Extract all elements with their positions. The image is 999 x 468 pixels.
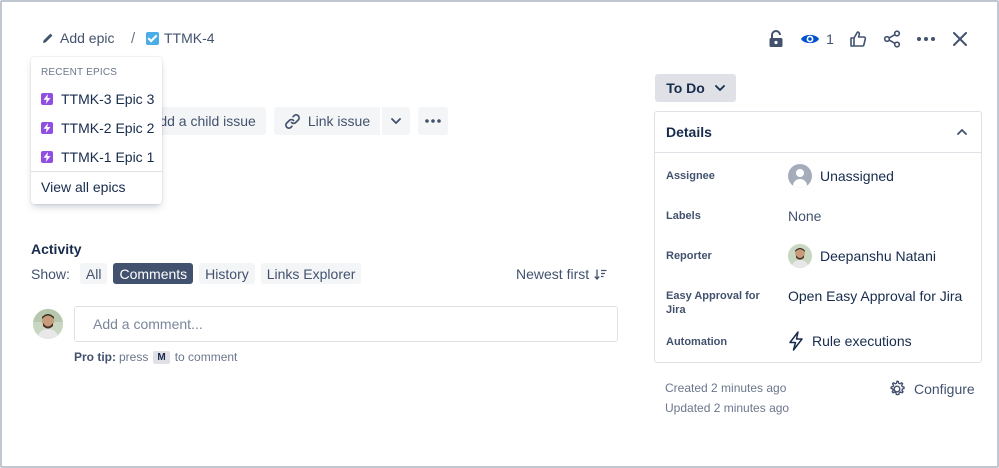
epic-option-label: TTMK-3 Epic 3 — [61, 91, 155, 107]
add-child-issue-label: Add a child issue — [150, 113, 256, 129]
add-epic-label: Add epic — [60, 30, 115, 46]
lock-icon — [769, 30, 783, 47]
automation-label: Automation — [666, 336, 728, 348]
pro-tip: Pro tip: press M to comment — [74, 350, 237, 364]
protip-press: press — [119, 350, 149, 364]
created-timestamp: Created 2 minutes ago — [665, 381, 787, 395]
show-label: Show: — [31, 265, 70, 282]
dropdown-divider — [31, 171, 162, 172]
reporter-label: Reporter — [666, 250, 712, 262]
top-actions: 1 — [759, 26, 977, 52]
thumbs-up-icon — [850, 31, 867, 47]
assignee-value[interactable]: Unassigned — [788, 164, 894, 188]
pencil-icon — [43, 33, 53, 43]
epic-option-label: TTMK-2 Epic 2 — [61, 120, 155, 136]
restrictions-button[interactable] — [759, 26, 793, 52]
task-checkbox-icon — [146, 31, 159, 45]
link-issue-label: Link issue — [307, 113, 371, 129]
assignee-label: Assignee — [666, 170, 715, 182]
current-user-avatar — [33, 309, 63, 339]
chevron-down-icon — [391, 118, 402, 124]
epic-option-label: TTMK-1 Epic 1 — [61, 149, 155, 165]
details-panel: Details Assignee Unassigned Labels None … — [654, 111, 982, 363]
automation-value[interactable]: Rule executions — [788, 331, 912, 351]
configure-button[interactable]: Configure — [888, 380, 975, 398]
close-icon — [953, 32, 967, 46]
sort-order-label: Newest first — [516, 266, 590, 282]
link-issue-dropdown-button[interactable] — [382, 107, 411, 135]
reporter-value[interactable]: Deepanshu Natani — [788, 244, 936, 268]
filter-links-explorer[interactable]: Links Explorer — [260, 263, 362, 284]
epic-option[interactable]: TTMK-2 Epic 2 — [41, 120, 154, 136]
updated-timestamp: Updated 2 minutes ago — [665, 401, 790, 415]
assignee-name: Unassigned — [820, 168, 894, 184]
protip-rest: to comment — [174, 350, 238, 364]
recent-epics-heading: RECENT EPICS — [41, 67, 118, 78]
view-all-epics-link[interactable]: View all epics — [41, 179, 126, 195]
epic-dropdown: RECENT EPICS TTMK-3 Epic 3 TTMK-2 Epic 2… — [31, 57, 162, 204]
gear-icon — [890, 380, 905, 396]
add-epic-button[interactable]: Add epic — [42, 30, 114, 46]
activity-filters: Show: All Comments History Links Explore… — [31, 263, 362, 284]
issue-key-link[interactable]: TTMK-4 — [146, 30, 215, 46]
epic-lightning-icon — [41, 122, 53, 134]
watch-button[interactable]: 1 — [793, 26, 841, 52]
chevron-up-icon — [957, 129, 967, 135]
issue-toolbar: Add a child issue Link issue — [140, 107, 449, 135]
link-issue-button[interactable]: Link issue — [273, 107, 381, 135]
filter-comments[interactable]: Comments — [113, 263, 194, 284]
share-icon — [883, 30, 901, 48]
protip-key: M — [153, 350, 170, 364]
toolbar-more-button[interactable] — [418, 107, 449, 135]
eye-icon — [801, 34, 820, 44]
link-issue-split-button: Link issue — [273, 107, 411, 135]
details-title: Details — [666, 124, 712, 140]
lightning-icon — [789, 331, 803, 351]
activity-heading: Activity — [31, 241, 82, 257]
close-button[interactable] — [943, 26, 977, 52]
status-button[interactable]: To Do — [655, 74, 736, 102]
configure-label: Configure — [914, 381, 975, 397]
sort-order-button[interactable]: Newest first — [516, 266, 607, 282]
chevron-down-icon — [714, 85, 725, 91]
more-actions-button[interactable] — [909, 26, 943, 52]
sort-icon — [594, 269, 607, 280]
more-icon — [425, 119, 441, 123]
filter-history[interactable]: History — [199, 263, 255, 284]
comment-input[interactable]: Add a comment... — [74, 306, 618, 342]
link-icon — [284, 113, 300, 129]
labels-value[interactable]: None — [788, 208, 821, 224]
filter-all[interactable]: All — [79, 263, 108, 284]
more-icon — [917, 37, 935, 41]
unassigned-avatar-icon — [788, 164, 812, 188]
epic-option[interactable]: TTMK-3 Epic 3 — [41, 91, 154, 107]
share-button[interactable] — [875, 26, 909, 52]
epic-lightning-icon — [41, 93, 53, 105]
breadcrumb-separator: / — [131, 30, 136, 47]
labels-label: Labels — [666, 210, 701, 222]
easy-approval-link[interactable]: Open Easy Approval for Jira — [788, 288, 962, 304]
reporter-name: Deepanshu Natani — [820, 248, 936, 264]
watchers-count: 1 — [826, 31, 834, 47]
issue-key: TTMK-4 — [164, 30, 215, 46]
vote-button[interactable] — [841, 26, 875, 52]
comment-placeholder: Add a comment... — [93, 316, 203, 332]
epic-option[interactable]: TTMK-1 Epic 1 — [41, 149, 154, 165]
epic-lightning-icon — [41, 151, 53, 163]
reporter-avatar — [788, 244, 812, 268]
automation-text: Rule executions — [812, 333, 912, 349]
status-label: To Do — [666, 80, 705, 96]
easy-approval-label: Easy Approval for Jira — [666, 290, 760, 316]
protip-bold: Pro tip: — [74, 350, 116, 364]
details-header[interactable]: Details — [655, 112, 981, 153]
